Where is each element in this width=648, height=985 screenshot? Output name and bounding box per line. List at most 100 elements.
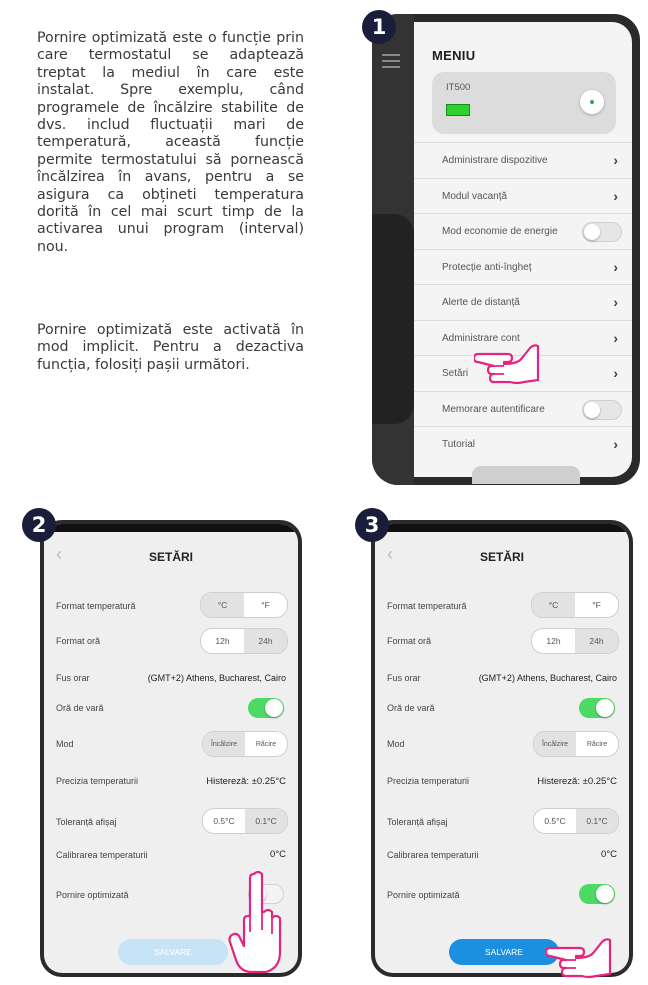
mode-selector[interactable]: Încălzire Răcire (533, 731, 619, 757)
dst-label: Oră de vară (56, 703, 104, 713)
time-format-label: Format oră (387, 636, 432, 646)
menu-item-energy-saving: Mod economie de energie (414, 213, 632, 249)
chevron-right-icon: › (613, 258, 618, 275)
timezone-label: Fus orar (56, 673, 90, 683)
hamburger-icon[interactable] (382, 54, 400, 72)
menu-title: MENIU (432, 48, 476, 63)
temp-format-label: Format temperatură (56, 601, 136, 611)
tolerance-label: Toleranță afișaj (387, 817, 448, 827)
chevron-right-icon: › (613, 329, 618, 346)
menu-item-tutorial[interactable]: Tutorial › (414, 426, 632, 462)
tapping-hand-icon (228, 870, 282, 974)
timezone-label: Fus orar (387, 673, 421, 683)
heating-option[interactable]: Încălzire (534, 732, 576, 756)
fahrenheit-option[interactable]: °F (244, 593, 287, 617)
remember-login-toggle[interactable] (582, 399, 622, 420)
settings-title: SETĂRI (479, 550, 524, 564)
logout-button[interactable] (472, 466, 580, 484)
menu-item-remote-alerts[interactable]: Alerte de distanță › (414, 284, 632, 320)
battery-icon (446, 104, 470, 116)
device-card[interactable]: IT500 (432, 72, 616, 134)
dst-toggle[interactable] (579, 698, 615, 718)
settings-title: SETĂRI (148, 550, 193, 564)
menu-item-label: Administrare dispozitive (442, 155, 548, 166)
calibration-value[interactable]: 0°C (270, 849, 286, 860)
tolerance-01-option[interactable]: 0.1°C (245, 809, 287, 833)
optimized-start-label: Pornire optimizată (56, 890, 129, 900)
chevron-right-icon: › (613, 436, 618, 452)
optimized-start-toggle[interactable] (579, 884, 615, 904)
status-bar (375, 524, 629, 532)
step-badge-2: 2 (22, 508, 56, 542)
chevron-right-icon: › (613, 294, 618, 310)
menu-item-frost-protection[interactable]: Protecție anti-îngheț › (414, 248, 632, 285)
save-button[interactable]: SALVARE (118, 939, 228, 965)
menu-item-device-admin[interactable]: Administrare dispozitive › (414, 142, 632, 178)
step-badge-3: 3 (355, 508, 389, 542)
chevron-right-icon: › (613, 365, 618, 381)
dst-label: Oră de vară (387, 703, 435, 713)
intro-paragraph-1: Pornire optimizată este o funcție prin c… (37, 30, 304, 255)
temp-format-label: Format temperatură (387, 601, 467, 611)
tolerance-selector[interactable]: 0.5°C 0.1°C (533, 808, 619, 834)
menu-item-label: Mod economie de energie (442, 226, 558, 237)
precision-value[interactable]: Histereză: ±0.25°C (537, 776, 617, 787)
24h-option[interactable]: 24h (244, 629, 287, 653)
menu-list: Administrare dispozitive › Modul vacanță… (414, 142, 632, 462)
celsius-option[interactable]: °C (201, 593, 244, 617)
menu-item-vacation[interactable]: Modul vacanță › (414, 177, 632, 214)
precision-label: Precizia temperaturii (387, 776, 470, 786)
time-format-label: Format oră (56, 636, 101, 646)
menu-item-label: Alerte de distanță (442, 297, 520, 308)
time-format-selector[interactable]: 12h 24h (531, 628, 619, 654)
menu-item-remember-login: Memorare autentificare (414, 390, 632, 427)
precision-value[interactable]: Histereză: ±0.25°C (206, 776, 286, 787)
pointing-hand-icon (546, 938, 612, 979)
tolerance-01-option[interactable]: 0.1°C (576, 809, 618, 833)
menu-drawer: MENIU IT500 Administrare dispozitive › M… (414, 22, 632, 477)
tolerance-label: Toleranță afișaj (56, 817, 117, 827)
precision-label: Precizia temperaturii (56, 776, 139, 786)
calibration-label: Calibrarea temperaturii (56, 850, 148, 860)
phone-menu-screen: MENIU IT500 Administrare dispozitive › M… (372, 14, 640, 485)
mode-label: Mod (56, 739, 74, 749)
temp-format-selector[interactable]: °C °F (200, 592, 288, 618)
timezone-value[interactable]: (GMT+2) Athens, Bucharest, Cairo (148, 673, 286, 683)
menu-item-label: Setări (442, 368, 469, 379)
heating-option[interactable]: Încălzire (203, 732, 245, 756)
temp-format-selector[interactable]: °C °F (531, 592, 619, 618)
12h-option[interactable]: 12h (201, 629, 244, 653)
status-bar (44, 524, 298, 532)
chevron-right-icon: › (613, 187, 618, 204)
timezone-value[interactable]: (GMT+2) Athens, Bucharest, Cairo (479, 673, 617, 683)
save-button[interactable]: SALVARE (449, 939, 559, 965)
tolerance-05-option[interactable]: 0.5°C (203, 809, 245, 833)
menu-item-label: Tutorial (442, 439, 475, 450)
celsius-option[interactable]: °C (532, 593, 575, 617)
app-background (372, 14, 414, 485)
settings-screen: ‹ SETĂRI Format temperatură °C °F Format… (375, 524, 629, 973)
menu-item-label: Protecție anti-îngheț (442, 261, 532, 273)
tolerance-05-option[interactable]: 0.5°C (534, 809, 576, 833)
menu-item-label: Modul vacanță (442, 190, 508, 202)
calibration-value[interactable]: 0°C (601, 849, 617, 860)
dst-toggle[interactable] (248, 698, 284, 718)
step-badge-1: 1 (362, 10, 396, 44)
calibration-label: Calibrarea temperaturii (387, 850, 479, 860)
12h-option[interactable]: 12h (532, 629, 575, 653)
mode-label: Mod (387, 739, 405, 749)
energy-saving-toggle[interactable] (582, 222, 622, 242)
tolerance-selector[interactable]: 0.5°C 0.1°C (202, 808, 288, 834)
pointing-hand-icon (474, 344, 540, 385)
cooling-option[interactable]: Răcire (576, 732, 618, 756)
menu-item-label: Memorare autentificare (442, 403, 545, 415)
optimized-start-label: Pornire optimizată (387, 890, 460, 900)
cooling-option[interactable]: Răcire (245, 732, 287, 756)
24h-option[interactable]: 24h (575, 629, 618, 653)
device-status-button[interactable] (580, 90, 604, 114)
device-name: IT500 (446, 82, 471, 93)
time-format-selector[interactable]: 12h 24h (200, 628, 288, 654)
mode-selector[interactable]: Încălzire Răcire (202, 731, 288, 757)
intro-paragraph-2: Pornire optimizată este activată în mod … (37, 322, 304, 373)
fahrenheit-option[interactable]: °F (575, 593, 618, 617)
